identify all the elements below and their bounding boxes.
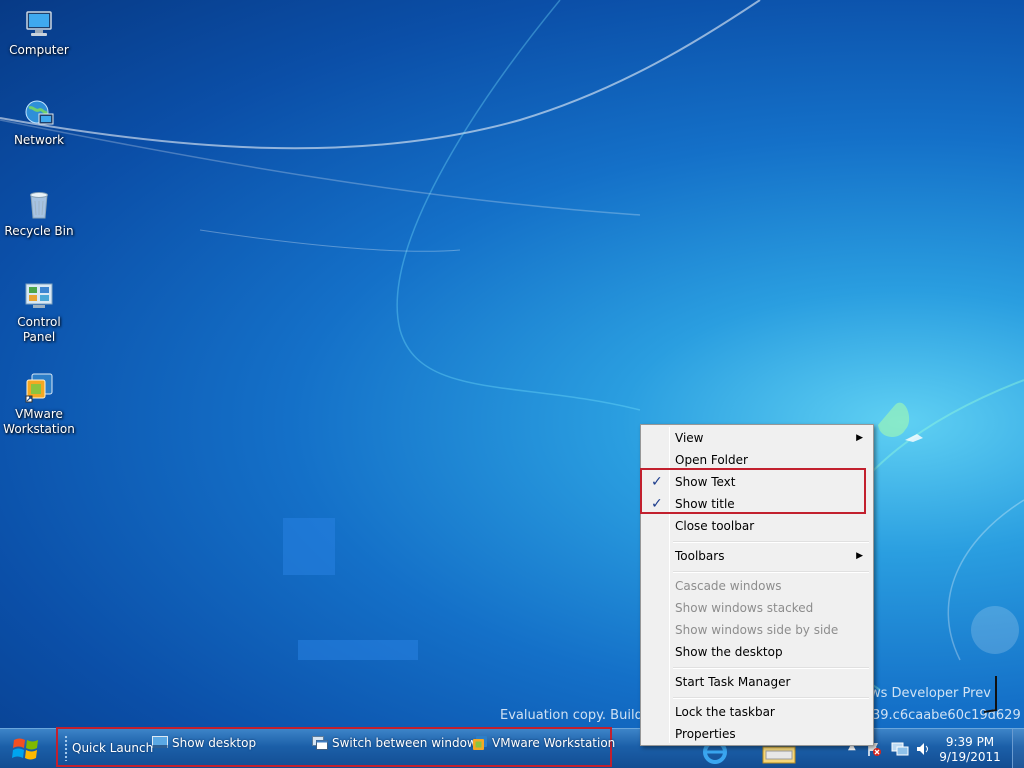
menu-item-label: Show Text <box>675 475 736 489</box>
menu-separator <box>673 571 869 573</box>
menu-item-label: Show windows side by side <box>675 623 839 637</box>
show-desktop-label: Show desktop <box>172 736 257 750</box>
menu-item-show-windows-stacked: Show windows stacked <box>643 597 871 619</box>
quick-launch-show-desktop[interactable]: Show desktop <box>152 736 256 750</box>
menu-item-show-windows-side-by-side: Show windows side by side <box>643 619 871 641</box>
desktop-icon-label: Network <box>13 133 65 147</box>
windows-logo-icon <box>12 738 38 760</box>
menu-item-close-toolbar[interactable]: Close toolbar <box>643 515 871 537</box>
desktop-icon-label: VMware Workstation <box>3 407 75 436</box>
menu-item-label: Properties <box>675 727 736 741</box>
menu-item-lock-the-taskbar[interactable]: Lock the taskbar <box>643 701 871 723</box>
clock-date: 9/19/2011 <box>939 750 1001 764</box>
desktop-icon-computer[interactable]: Computer <box>0 8 78 58</box>
clock-time: 9:39 PM <box>945 735 995 749</box>
quick-launch-vmware[interactable]: VMware Workstation <box>472 736 615 750</box>
menu-item-label: Lock the taskbar <box>675 705 775 719</box>
desktop-icon-vmware-workstation[interactable]: VMware Workstation <box>0 372 78 437</box>
menu-item-toolbars[interactable]: Toolbars ▶ <box>643 545 871 567</box>
vmware-small-icon <box>473 736 487 750</box>
control-panel-icon <box>25 283 53 308</box>
show-desktop-strip[interactable] <box>1012 729 1024 768</box>
toolbar-grip[interactable] <box>64 735 68 761</box>
desktop-icon-label: Computer <box>9 43 69 57</box>
menu-item-show-the-desktop[interactable]: Show the desktop <box>643 641 871 663</box>
desktop-icon-network[interactable]: Network <box>0 98 78 148</box>
menu-item-view[interactable]: View ▶ <box>643 427 871 449</box>
vmware-icon <box>25 373 53 403</box>
menu-item-properties[interactable]: Properties <box>643 723 871 745</box>
show-desktop-icon <box>152 736 168 748</box>
recycle-bin-icon <box>30 192 48 219</box>
menu-item-label: Cascade windows <box>675 579 782 593</box>
menu-item-label: View <box>675 431 704 445</box>
menu-item-label: Show windows stacked <box>675 601 814 615</box>
menu-separator <box>673 541 869 543</box>
watermark-line-1: ws Developer Prev <box>870 686 991 701</box>
network-icon <box>25 100 54 125</box>
menu-item-cascade-windows: Cascade windows <box>643 575 871 597</box>
quick-launch-switch-windows[interactable]: Switch between windows <box>312 736 483 750</box>
network-status-icon[interactable] <box>891 741 909 757</box>
menu-item-label: Show the desktop <box>675 645 783 659</box>
quick-launch-toolbar[interactable]: Quick Launch Show desktop Switch between… <box>56 727 615 767</box>
computer-icon <box>26 11 52 36</box>
desktop-icon-recycle-bin[interactable]: Recycle Bin <box>0 189 78 239</box>
vmware-label: VMware Workstation <box>492 736 616 750</box>
quick-launch-title: Quick Launch <box>72 741 154 755</box>
menu-item-start-task-manager[interactable]: Start Task Manager <box>643 671 871 693</box>
menu-item-open-folder[interactable]: Open Folder <box>643 449 871 471</box>
system-clock[interactable]: 9:39 PM 9/19/2011 <box>936 735 1004 765</box>
start-button[interactable] <box>4 732 48 766</box>
switch-windows-label: Switch between windows <box>332 736 483 750</box>
menu-item-label: Close toolbar <box>675 519 755 533</box>
taskbar-context-menu: View ▶ Open Folder ✓ Show Text ✓ Show ti… <box>640 424 874 746</box>
checkmark-icon: ✓ <box>651 496 663 512</box>
file-explorer-icon[interactable] <box>762 743 796 765</box>
desktop-icon-control-panel[interactable]: Control Panel <box>0 280 78 345</box>
desktop-icon-label: Recycle Bin <box>4 224 74 238</box>
submenu-arrow-icon: ▶ <box>856 433 863 443</box>
switch-windows-icon <box>312 736 328 750</box>
menu-item-show-text[interactable]: ✓ Show Text <box>643 471 871 493</box>
submenu-arrow-icon: ▶ <box>856 551 863 561</box>
menu-item-label: Toolbars <box>675 549 725 563</box>
annotation-mark <box>983 676 997 713</box>
ghost-rect <box>283 518 335 575</box>
desktop-icon-label: Control Panel <box>17 315 61 344</box>
volume-icon[interactable] <box>916 742 930 756</box>
checkmark-icon: ✓ <box>651 474 663 490</box>
menu-item-show-title[interactable]: ✓ Show title <box>643 493 871 515</box>
menu-separator <box>673 667 869 669</box>
ghost-rect <box>298 640 418 660</box>
menu-item-label: Show title <box>675 497 735 511</box>
menu-item-label: Start Task Manager <box>675 675 791 689</box>
menu-separator <box>673 697 869 699</box>
menu-item-label: Open Folder <box>675 453 748 467</box>
watermark-text-left: Evaluation copy. Build <box>500 708 643 723</box>
